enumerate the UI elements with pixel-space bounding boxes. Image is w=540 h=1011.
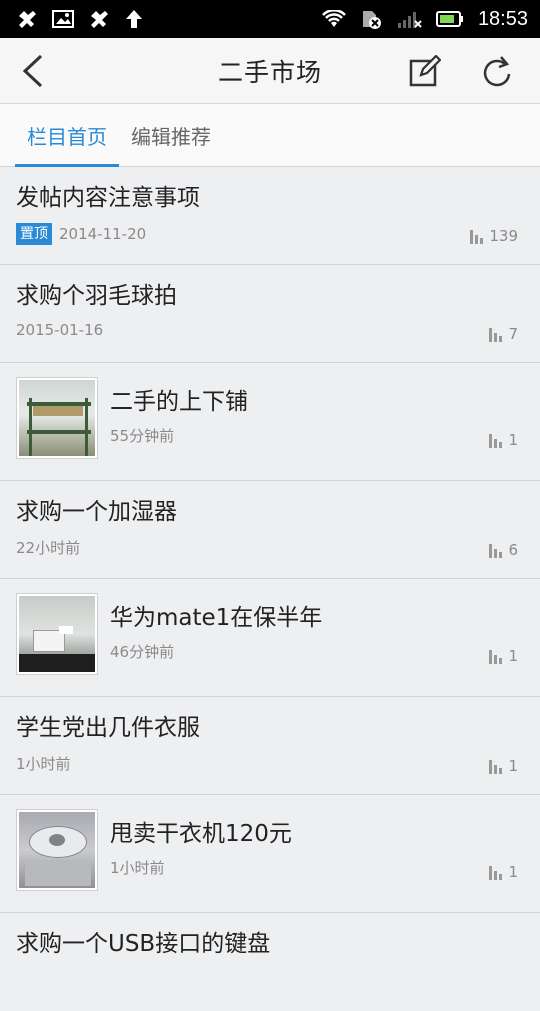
bar-chart-icon [470, 230, 484, 244]
post-list: 发帖内容注意事项 置顶 2014-11-20 139 求购个羽毛球拍 2015-… [0, 167, 540, 1011]
bar-chart-icon [489, 544, 503, 558]
list-item[interactable]: 求购一个加湿器 22小时前 6 [0, 481, 540, 579]
post-thumbnail [16, 593, 98, 675]
post-time: 2015-01-16 [16, 321, 104, 339]
view-count: 7 [488, 325, 518, 343]
system-icons: 18:53 [322, 8, 528, 31]
post-time: 2014-11-20 [59, 225, 147, 243]
tab-bar: 栏目首页 编辑推荐 [0, 104, 540, 167]
back-arrow-icon [22, 54, 43, 87]
bar-chart-icon [489, 650, 503, 664]
post-title: 甩卖干衣机120元 [110, 821, 292, 847]
view-count-value: 1 [508, 863, 518, 881]
post-thumbnail [16, 809, 98, 891]
view-count: 6 [488, 541, 518, 559]
clock: 18:53 [477, 7, 528, 30]
bar-chart-icon [489, 434, 503, 448]
view-count-value: 139 [489, 227, 518, 245]
post-title: 学生党出几件衣服 [16, 715, 200, 741]
list-item[interactable]: 发帖内容注意事项 置顶 2014-11-20 139 [0, 167, 540, 265]
app-bar: 二手市场 [0, 38, 540, 104]
wifi-icon [322, 10, 346, 27]
tab-editor-picks[interactable]: 编辑推荐 [119, 104, 223, 166]
view-count: 1 [488, 647, 518, 665]
view-count-value: 1 [508, 647, 518, 665]
list-item[interactable]: 学生党出几件衣服 1小时前 1 [0, 697, 540, 795]
post-title: 发帖内容注意事项 [16, 185, 200, 211]
edit-icon [409, 54, 441, 86]
view-count: 1 [488, 431, 518, 449]
signal-icon [397, 12, 422, 28]
list-item[interactable]: 求购个羽毛球拍 2015-01-16 7 [0, 265, 540, 363]
image-icon [52, 10, 74, 28]
list-item[interactable]: 甩卖干衣机120元 1小时前 1 [0, 795, 540, 913]
view-count-value: 6 [508, 541, 518, 559]
back-button[interactable] [0, 38, 66, 104]
post-time: 1小时前 [110, 859, 165, 877]
post-time: 46分钟前 [110, 643, 175, 661]
usb-debug-icon [19, 11, 36, 28]
post-thumbnail [16, 377, 98, 459]
refresh-icon [483, 55, 511, 86]
upload-arrow-icon [126, 10, 142, 28]
post-time: 1小时前 [16, 755, 71, 773]
compose-button[interactable] [392, 38, 458, 104]
sim-off-icon [362, 11, 381, 29]
post-time: 22小时前 [16, 539, 81, 557]
view-count-value: 1 [508, 431, 518, 449]
pinned-badge: 置顶 [16, 223, 52, 245]
post-title: 求购一个USB接口的键盘 [16, 931, 271, 957]
view-count-value: 7 [508, 325, 518, 343]
usb-debug-icon-2 [91, 11, 108, 28]
notification-icons [16, 8, 144, 30]
list-item[interactable]: 二手的上下铺 55分钟前 1 [0, 363, 540, 481]
refresh-button[interactable] [464, 38, 530, 104]
tab-home[interactable]: 栏目首页 [15, 104, 119, 167]
post-time: 55分钟前 [110, 427, 175, 445]
status-bar: 18:53 [0, 0, 540, 38]
bar-chart-icon [489, 866, 503, 880]
view-count-value: 1 [508, 757, 518, 775]
post-title: 求购一个加湿器 [16, 499, 177, 525]
view-count: 139 [469, 227, 518, 245]
post-title: 二手的上下铺 [110, 389, 248, 415]
view-count: 1 [488, 757, 518, 775]
post-title: 求购个羽毛球拍 [16, 283, 177, 309]
view-count: 1 [488, 863, 518, 881]
bar-chart-icon [489, 328, 503, 342]
list-item[interactable]: 求购一个USB接口的键盘 [0, 913, 540, 1011]
post-title: 华为mate1在保半年 [110, 605, 323, 631]
list-item[interactable]: 华为mate1在保半年 46分钟前 1 [0, 579, 540, 697]
bar-chart-icon [489, 760, 503, 774]
battery-icon [435, 11, 463, 27]
